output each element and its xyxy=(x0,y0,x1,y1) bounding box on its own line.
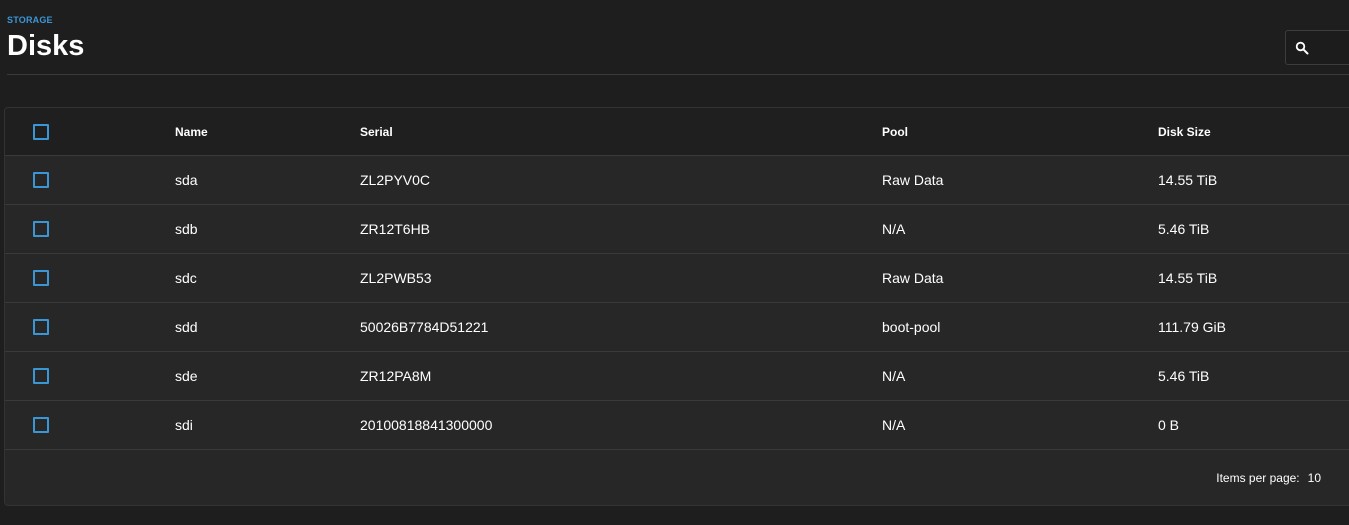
table-row[interactable]: sde ZR12PA8M N/A 5.46 TiB xyxy=(5,352,1349,401)
row-checkbox-cell xyxy=(33,303,49,351)
row-checkbox[interactable] xyxy=(33,221,49,237)
disk-pool: N/A xyxy=(882,417,906,433)
row-checkbox-cell xyxy=(33,401,49,449)
disk-serial: ZR12T6HB xyxy=(360,221,431,237)
disk-name: sdc xyxy=(175,270,197,286)
row-checkbox-cell xyxy=(33,156,49,204)
table-row[interactable]: sdd 50026B7784D51221 boot-pool 111.79 Gi… xyxy=(5,303,1349,352)
row-checkbox[interactable] xyxy=(33,319,49,335)
items-per-page-label: Items per page: xyxy=(1216,471,1300,485)
disk-size: 5.46 TiB xyxy=(1158,368,1210,384)
disk-size: 111.79 GiB xyxy=(1158,319,1226,335)
column-header-serial[interactable]: Serial xyxy=(360,108,393,155)
table-header-row: Name Serial Pool Disk Size xyxy=(5,108,1349,156)
row-checkbox-cell xyxy=(33,254,49,302)
row-checkbox[interactable] xyxy=(33,368,49,384)
disk-pool: Raw Data xyxy=(882,270,944,286)
disk-size: 14.55 TiB xyxy=(1158,172,1218,188)
table-row[interactable]: sdi 20100818841300000 N/A 0 B xyxy=(5,401,1349,450)
row-checkbox-cell xyxy=(33,205,49,253)
disk-serial: ZR12PA8M xyxy=(360,368,432,384)
row-checkbox[interactable] xyxy=(33,417,49,433)
column-header-name[interactable]: Name xyxy=(175,108,208,155)
disk-size: 5.46 TiB xyxy=(1158,221,1210,237)
disks-page: STORAGE Disks Name Serial Pool Disk Size… xyxy=(0,0,1349,525)
disk-pool: N/A xyxy=(882,368,906,384)
disk-serial: 20100818841300000 xyxy=(360,417,493,433)
row-checkbox[interactable] xyxy=(33,270,49,286)
title-divider xyxy=(7,74,1349,75)
table-row[interactable]: sdc ZL2PWB53 Raw Data 14.55 TiB xyxy=(5,254,1349,303)
disk-size: 0 B xyxy=(1158,417,1180,433)
row-checkbox[interactable] xyxy=(33,172,49,188)
disks-table: Name Serial Pool Disk Size sda ZL2PYV0C … xyxy=(4,107,1349,506)
disk-name: sdb xyxy=(175,221,198,237)
disk-serial: 50026B7784D51221 xyxy=(360,319,489,335)
paginator: Items per page: 10 xyxy=(1216,471,1321,485)
disk-name: sda xyxy=(175,172,198,188)
disk-name: sdi xyxy=(175,417,193,433)
row-checkbox-cell xyxy=(33,352,49,400)
column-header-pool[interactable]: Pool xyxy=(882,108,908,155)
disk-name: sdd xyxy=(175,319,198,335)
disk-serial: ZL2PYV0C xyxy=(360,172,431,188)
select-all-checkbox[interactable] xyxy=(33,123,49,140)
search-input[interactable] xyxy=(1285,30,1349,65)
disk-pool: N/A xyxy=(882,221,906,237)
column-header-disk-size[interactable]: Disk Size xyxy=(1158,108,1211,155)
table-row[interactable]: sda ZL2PYV0C Raw Data 14.55 TiB xyxy=(5,156,1349,205)
breadcrumb[interactable]: STORAGE xyxy=(7,15,53,25)
items-per-page-select[interactable]: 10 xyxy=(1308,471,1321,485)
disk-size: 14.55 TiB xyxy=(1158,270,1218,286)
page-title: Disks xyxy=(7,30,85,62)
disk-name: sde xyxy=(175,368,198,384)
disk-serial: ZL2PWB53 xyxy=(360,270,432,286)
search-icon xyxy=(1295,41,1309,55)
table-row[interactable]: sdb ZR12T6HB N/A 5.46 TiB xyxy=(5,205,1349,254)
select-all-cell xyxy=(33,108,49,155)
disk-pool: Raw Data xyxy=(882,172,944,188)
disk-pool: boot-pool xyxy=(882,319,941,335)
